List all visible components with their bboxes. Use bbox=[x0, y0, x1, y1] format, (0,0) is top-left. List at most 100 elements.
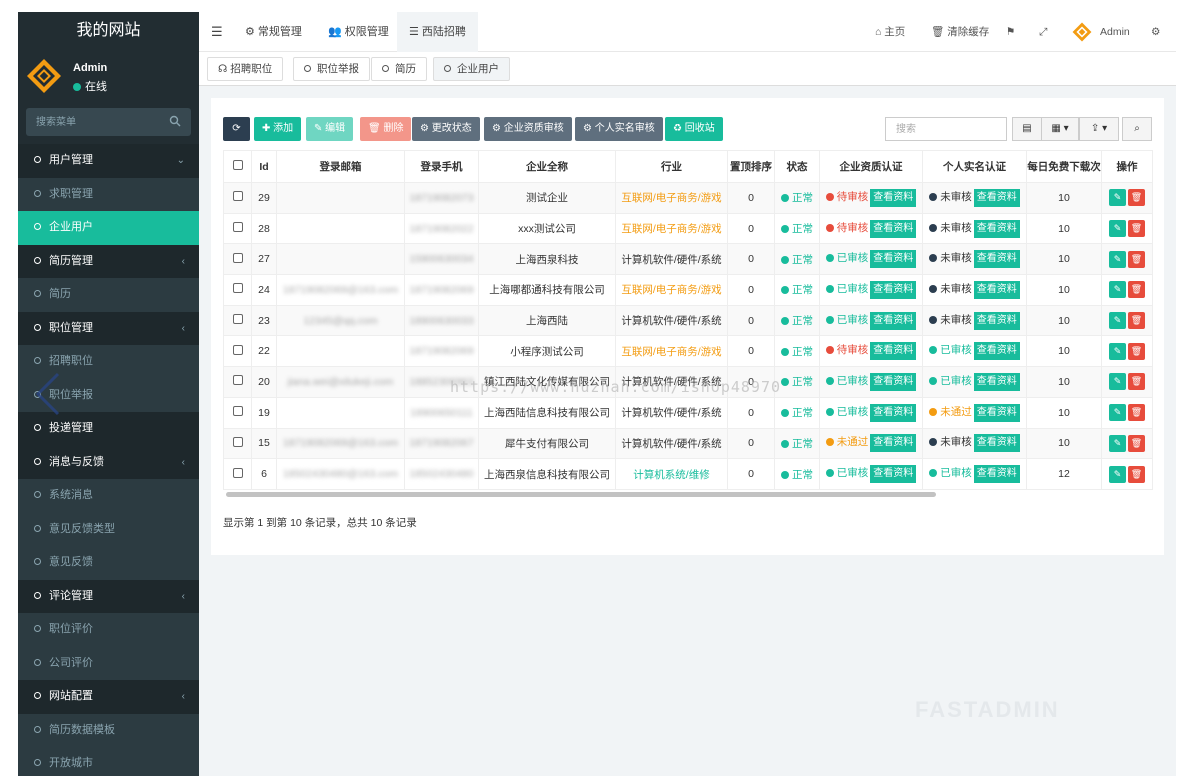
export-dropdown-icon[interactable]: ⇪ ▾ bbox=[1079, 117, 1119, 141]
row-checkbox[interactable] bbox=[223, 366, 252, 398]
row-delete-icon[interactable]: 🗑 bbox=[1128, 373, 1145, 391]
table-row[interactable]: 29 18719082073 测试企业 互联网/电子商务/游戏 0 正常 待审核 查看资料 未审… bbox=[223, 182, 1153, 214]
view-qualification-button[interactable]: 查看资料 bbox=[870, 280, 917, 299]
sidebar-item-17[interactable]: 简历数据模板 bbox=[18, 713, 199, 747]
row-checkbox[interactable] bbox=[223, 182, 252, 214]
view-realname-button[interactable]: 查看资料 bbox=[973, 311, 1020, 330]
cell-industry[interactable]: 计算机系统/维修 bbox=[615, 458, 728, 490]
home-link[interactable]: ⌂ 主页 bbox=[875, 12, 905, 52]
row-edit-icon[interactable]: ✎ bbox=[1109, 189, 1126, 207]
sidebar-item-16[interactable]: 网站配置 ‹ bbox=[18, 680, 199, 714]
subtab-job-posts[interactable]: ☊ 招聘职位 bbox=[207, 57, 284, 81]
view-realname-button[interactable]: 查看资料 bbox=[973, 372, 1020, 391]
col-realname[interactable]: 个人实名认证 bbox=[922, 150, 1027, 183]
cell-status[interactable]: 正常 bbox=[774, 304, 820, 337]
change-status-button[interactable]: ⚙ 更改状态 bbox=[412, 117, 480, 141]
view-realname-button[interactable]: 查看资料 bbox=[973, 403, 1020, 422]
subtab-resume[interactable]: 简历 bbox=[371, 57, 427, 81]
sidebar-item-9[interactable]: 消息与反馈 ‹ bbox=[18, 445, 199, 479]
table-row[interactable]: 15 18719082069@163.com 18719082067 犀牛支付有限公司… bbox=[223, 427, 1153, 460]
cell-industry[interactable]: 计算机软件/硬件/系统 bbox=[615, 427, 728, 460]
tab-permission[interactable]: 👥 权限管理 bbox=[316, 12, 401, 52]
columns-dropdown-icon[interactable]: ▦ ▾ bbox=[1041, 117, 1079, 141]
delete-button[interactable]: 🗑 删除 bbox=[360, 117, 412, 141]
cell-industry[interactable]: 互联网/电子商务/游戏 bbox=[615, 182, 728, 214]
horizontal-scrollbar[interactable] bbox=[226, 492, 936, 497]
cell-industry[interactable]: 互联网/电子商务/游戏 bbox=[615, 274, 728, 306]
edit-button[interactable]: ✎ 编辑 bbox=[306, 117, 354, 141]
row-delete-icon[interactable]: 🗑 bbox=[1128, 465, 1145, 483]
row-checkbox[interactable] bbox=[223, 274, 252, 306]
row-checkbox[interactable] bbox=[223, 243, 252, 276]
row-delete-icon[interactable]: 🗑 bbox=[1128, 220, 1145, 238]
admin-name[interactable]: Admin bbox=[1100, 12, 1130, 52]
cell-industry[interactable]: 互联网/电子商务/游戏 bbox=[615, 212, 728, 245]
row-edit-icon[interactable]: ✎ bbox=[1109, 434, 1126, 452]
col-free-downloads[interactable]: 每日免费下载次 bbox=[1026, 150, 1102, 183]
sidebar-item-8[interactable]: 投递管理 bbox=[18, 412, 199, 446]
table-row[interactable]: 24 18719082069@163.com 18719082069 上海哪都通科技有… bbox=[223, 274, 1153, 306]
view-qualification-button[interactable]: 查看资料 bbox=[870, 188, 917, 207]
col-company[interactable]: 企业全称 bbox=[478, 150, 616, 183]
recycle-bin-button[interactable]: ♻ 回收站 bbox=[665, 117, 723, 141]
refresh-button[interactable]: ⟳ bbox=[223, 117, 250, 141]
row-edit-icon[interactable]: ✎ bbox=[1109, 281, 1126, 299]
cell-status[interactable]: 正常 bbox=[774, 366, 820, 398]
view-qualification-button[interactable]: 查看资料 bbox=[870, 434, 917, 453]
cell-status[interactable]: 正常 bbox=[774, 243, 820, 276]
view-realname-button[interactable]: 查看资料 bbox=[973, 188, 1020, 207]
sidebar-item-18[interactable]: 开放城市 bbox=[18, 747, 199, 776]
row-delete-icon[interactable]: 🗑 bbox=[1128, 404, 1145, 422]
row-checkbox[interactable] bbox=[223, 212, 252, 245]
cell-status[interactable]: 正常 bbox=[774, 212, 820, 245]
advanced-search-icon[interactable]: ⌕ bbox=[1122, 117, 1152, 141]
row-delete-icon[interactable]: 🗑 bbox=[1128, 250, 1145, 268]
cell-status[interactable]: 正常 bbox=[774, 274, 820, 306]
view-qualification-button[interactable]: 查看资料 bbox=[870, 311, 917, 330]
table-row[interactable]: 6 18502430480@163.com 18502430480 上海西泉信息科技有… bbox=[223, 458, 1153, 490]
view-realname-button[interactable]: 查看资料 bbox=[973, 250, 1020, 269]
view-realname-button[interactable]: 查看资料 bbox=[973, 342, 1020, 361]
col-phone[interactable]: 登录手机 bbox=[404, 150, 479, 183]
row-edit-icon[interactable]: ✎ bbox=[1109, 342, 1126, 360]
row-checkbox[interactable] bbox=[223, 427, 252, 460]
cell-industry[interactable]: 计算机软件/硬件/系统 bbox=[615, 396, 728, 429]
sidebar-item-1[interactable]: 求职管理 bbox=[18, 177, 199, 211]
qualify-review-button[interactable]: ⚙ 企业资质审核 bbox=[484, 117, 572, 141]
chevron-left-icon[interactable] bbox=[34, 372, 62, 416]
view-realname-button[interactable]: 查看资料 bbox=[973, 280, 1020, 299]
tab-recruit[interactable]: ☰ 西陆招聘 bbox=[397, 12, 478, 52]
table-search-input[interactable] bbox=[885, 117, 1007, 141]
menu-toggle-icon[interactable]: ☰ bbox=[211, 24, 223, 40]
toggle-view-icon[interactable]: ▤ bbox=[1012, 117, 1042, 141]
sidebar-item-13[interactable]: 评论管理 ‹ bbox=[18, 579, 199, 613]
row-edit-icon[interactable]: ✎ bbox=[1109, 220, 1126, 238]
tab-general[interactable]: ⚙ 常规管理 bbox=[233, 12, 314, 52]
cell-status[interactable]: 正常 bbox=[774, 458, 820, 490]
language-icon[interactable]: ⚑ bbox=[1006, 12, 1015, 52]
row-checkbox[interactable] bbox=[223, 458, 252, 490]
col-industry[interactable]: 行业 bbox=[615, 150, 728, 183]
sidebar-item-12[interactable]: 意见反馈 bbox=[18, 546, 199, 580]
col-status[interactable]: 状态 bbox=[774, 150, 820, 183]
view-qualification-button[interactable]: 查看资料 bbox=[870, 465, 917, 484]
cell-industry[interactable]: 计算机软件/硬件/系统 bbox=[615, 243, 728, 276]
subtab-company-users[interactable]: 企业用户 bbox=[433, 57, 510, 81]
row-edit-icon[interactable]: ✎ bbox=[1109, 312, 1126, 330]
cell-status[interactable]: 正常 bbox=[774, 182, 820, 214]
clear-cache-button[interactable]: 🗑 清除缓存 bbox=[931, 12, 989, 52]
sidebar-item-14[interactable]: 职位评价 bbox=[18, 613, 199, 647]
row-checkbox[interactable] bbox=[223, 335, 252, 368]
add-button[interactable]: ✚ 添加 bbox=[254, 117, 302, 141]
row-edit-icon[interactable]: ✎ bbox=[1109, 404, 1126, 422]
col-id[interactable]: Id bbox=[251, 150, 277, 183]
row-edit-icon[interactable]: ✎ bbox=[1109, 250, 1126, 268]
sidebar-item-4[interactable]: 简历 bbox=[18, 278, 199, 312]
table-row[interactable]: 27 15900630034 上海西泉科技 计算机软件/硬件/系统 0 正常 已审核 查看资料… bbox=[223, 243, 1153, 276]
view-qualification-button[interactable]: 查看资料 bbox=[870, 250, 917, 269]
admin-avatar[interactable] bbox=[1072, 22, 1092, 42]
site-title[interactable]: 我的网站 bbox=[18, 12, 199, 50]
row-delete-icon[interactable]: 🗑 bbox=[1128, 189, 1145, 207]
subtab-job-reports[interactable]: 职位举报 bbox=[293, 57, 370, 81]
sidebar-item-0[interactable]: 用户管理 ⌄ bbox=[18, 144, 199, 178]
